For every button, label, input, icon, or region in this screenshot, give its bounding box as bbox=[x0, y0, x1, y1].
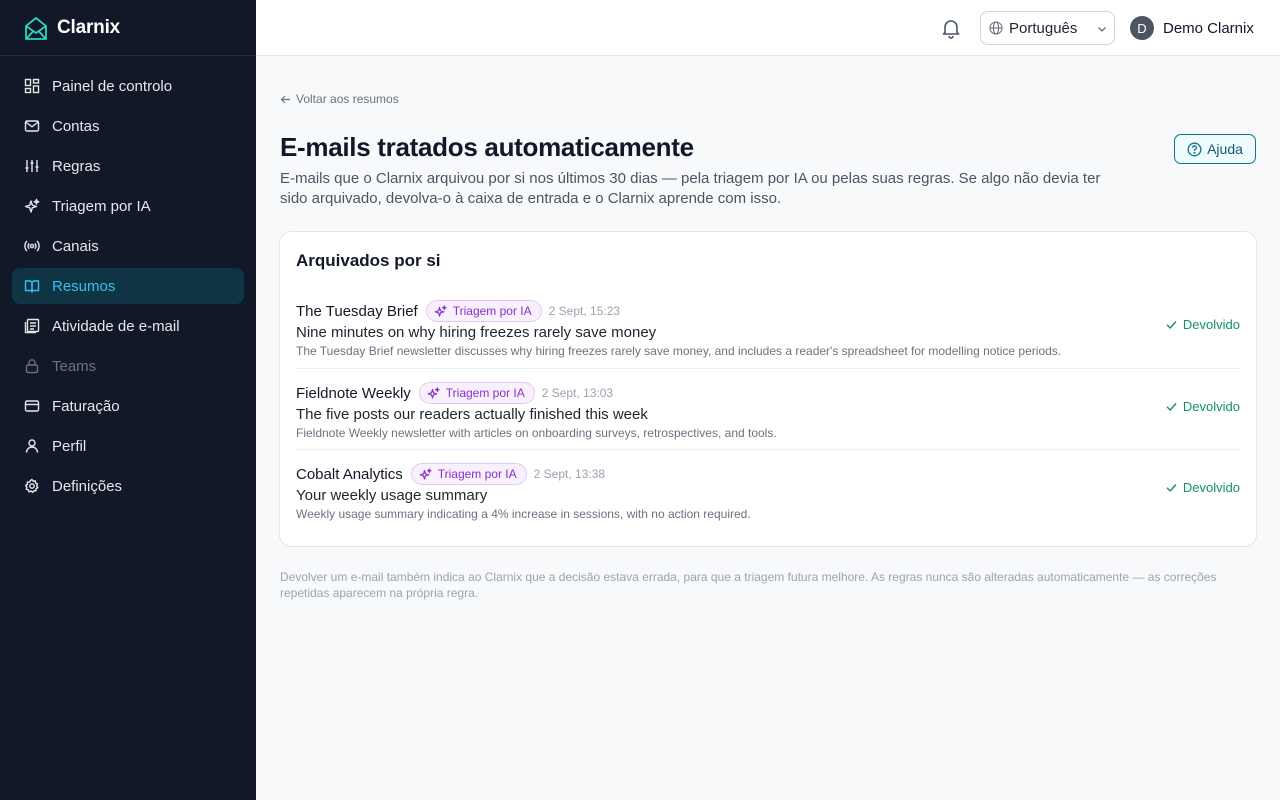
arrow-left-icon bbox=[280, 95, 290, 103]
sidebar-item-label: Teams bbox=[52, 357, 97, 375]
sidebar-item-faturacao[interactable]: Faturação bbox=[12, 388, 244, 424]
help-circle-icon bbox=[1187, 142, 1202, 156]
avatar: D bbox=[1130, 16, 1154, 40]
row-header: Cobalt Analytics Triagem por IA 2 Sept, … bbox=[296, 463, 605, 485]
back-link[interactable]: Voltar aos resumos bbox=[280, 92, 399, 106]
help-button[interactable]: Ajuda bbox=[1174, 134, 1256, 164]
email-date: 2 Sept, 13:03 bbox=[541, 386, 614, 400]
check-icon bbox=[1166, 403, 1177, 412]
mail-icon bbox=[24, 120, 40, 132]
sidebar-item-contas[interactable]: Contas bbox=[12, 108, 244, 144]
sidebar-item-regras[interactable]: Regras bbox=[12, 148, 244, 184]
email-date: 2 Sept, 13:38 bbox=[533, 467, 606, 481]
check-icon bbox=[1166, 321, 1177, 330]
sidebar-item-resumos[interactable]: Resumos bbox=[12, 268, 244, 304]
sidebar-item-triagem[interactable]: Triagem por IA bbox=[12, 188, 244, 224]
email-date: 2 Sept, 15:23 bbox=[548, 304, 621, 318]
sidebar-item-label: Regras bbox=[52, 157, 101, 175]
radio-icon bbox=[24, 240, 40, 252]
archived-card: Arquivados por si The Tuesday Brief Tria… bbox=[279, 231, 1257, 547]
book-open-icon bbox=[24, 280, 40, 293]
brand-name: Clarnix bbox=[57, 16, 121, 38]
user-name: Demo Clarnix bbox=[1163, 19, 1254, 37]
footnote: Devolver um e-mail também indica ao Clar… bbox=[280, 570, 1217, 600]
sidebar-nav: Painel de controlo Contas Regras Triagem… bbox=[0, 56, 256, 504]
email-summary: The Tuesday Brief newsletter discusses w… bbox=[296, 344, 1062, 358]
sparkles-icon bbox=[427, 386, 440, 399]
sidebar-item-painel[interactable]: Painel de controlo bbox=[12, 68, 244, 104]
activity-log-icon bbox=[24, 318, 40, 334]
language-select[interactable]: Português bbox=[980, 11, 1115, 45]
sidebar-item-label: Perfil bbox=[52, 437, 87, 455]
status-label: Devolvido bbox=[1182, 480, 1240, 495]
sidebar-item-perfil[interactable]: Perfil bbox=[12, 428, 244, 464]
sparkles-icon bbox=[419, 467, 432, 480]
badge-label: Triagem por IA bbox=[445, 386, 525, 400]
globe-icon bbox=[989, 21, 1003, 35]
returned-status[interactable]: Devolvido bbox=[1165, 480, 1240, 495]
list-item[interactable]: The Tuesday Brief Triagem por IA 2 Sept,… bbox=[296, 287, 1240, 368]
check-icon bbox=[1166, 484, 1177, 493]
sidebar: Clarnix Painel de controlo Contas Regras… bbox=[0, 0, 256, 800]
ai-triage-badge: Triagem por IA bbox=[410, 463, 527, 485]
badge-label: Triagem por IA bbox=[452, 304, 532, 318]
sidebar-item-label: Atividade de e-mail bbox=[52, 317, 180, 335]
status-label: Devolvido bbox=[1182, 317, 1240, 332]
brand[interactable]: Clarnix bbox=[0, 0, 256, 56]
page-description: E-mails que o Clarnix arquivou por si no… bbox=[280, 170, 1101, 207]
badge-label: Triagem por IA bbox=[437, 467, 517, 481]
sidebar-item-label: Contas bbox=[52, 117, 100, 135]
envelope-logo-icon bbox=[25, 16, 47, 40]
sender-name: Cobalt Analytics bbox=[296, 465, 403, 483]
email-subject: Your weekly usage summary bbox=[296, 487, 488, 504]
topbar: Português D Demo Clarnix bbox=[256, 0, 1280, 56]
sidebar-item-label: Canais bbox=[52, 237, 99, 255]
back-link-label: Voltar aos resumos bbox=[296, 92, 399, 106]
sliders-icon bbox=[25, 160, 39, 172]
language-value: Português bbox=[1009, 19, 1078, 37]
bell-icon[interactable] bbox=[940, 17, 962, 39]
email-subject: Nine minutes on why hiring freezes rarel… bbox=[296, 324, 657, 341]
ai-triage-badge: Triagem por IA bbox=[425, 300, 542, 322]
sidebar-item-label: Faturação bbox=[52, 397, 120, 415]
sparkles-icon bbox=[24, 198, 40, 213]
sidebar-item-label: Triagem por IA bbox=[52, 197, 151, 215]
help-button-label: Ajuda bbox=[1207, 141, 1243, 157]
dashboard-icon bbox=[24, 78, 40, 94]
card-title: Arquivados por si bbox=[296, 251, 441, 270]
page-title: E-mails tratados automaticamente bbox=[280, 132, 694, 162]
email-summary: Fieldnote Weekly newsletter with article… bbox=[296, 426, 777, 440]
sender-name: Fieldnote Weekly bbox=[296, 384, 411, 402]
status-label: Devolvido bbox=[1182, 399, 1240, 414]
sparkles-icon bbox=[434, 304, 447, 317]
gear-icon bbox=[24, 478, 39, 494]
list-item[interactable]: Cobalt Analytics Triagem por IA 2 Sept, … bbox=[296, 449, 1240, 530]
user-menu[interactable]: D Demo Clarnix bbox=[1130, 16, 1254, 40]
returned-status[interactable]: Devolvido bbox=[1165, 399, 1240, 414]
list-item[interactable]: Fieldnote Weekly Triagem por IA 2 Sept, … bbox=[296, 368, 1240, 449]
email-summary: Weekly usage summary indicating a 4% inc… bbox=[296, 507, 751, 521]
sidebar-item-label: Painel de controlo bbox=[52, 77, 173, 95]
sidebar-item-atividade[interactable]: Atividade de e-mail bbox=[12, 308, 244, 344]
user-icon bbox=[25, 439, 39, 453]
sender-name: The Tuesday Brief bbox=[296, 302, 418, 320]
lock-icon bbox=[25, 359, 39, 374]
row-header: Fieldnote Weekly Triagem por IA 2 Sept, … bbox=[296, 382, 613, 404]
credit-card-icon bbox=[24, 400, 40, 412]
sidebar-item-definicoes[interactable]: Definições bbox=[12, 468, 244, 504]
sidebar-item-canais[interactable]: Canais bbox=[12, 228, 244, 264]
ai-triage-badge: Triagem por IA bbox=[418, 382, 535, 404]
chevron-down-icon bbox=[1098, 27, 1106, 32]
row-header: The Tuesday Brief Triagem por IA 2 Sept,… bbox=[296, 300, 620, 322]
sidebar-item-teams: Teams bbox=[12, 348, 244, 384]
email-subject: The five posts our readers actually fini… bbox=[296, 406, 648, 423]
sidebar-item-label: Resumos bbox=[52, 277, 116, 295]
returned-status[interactable]: Devolvido bbox=[1165, 317, 1240, 332]
sidebar-item-label: Definições bbox=[52, 477, 123, 495]
